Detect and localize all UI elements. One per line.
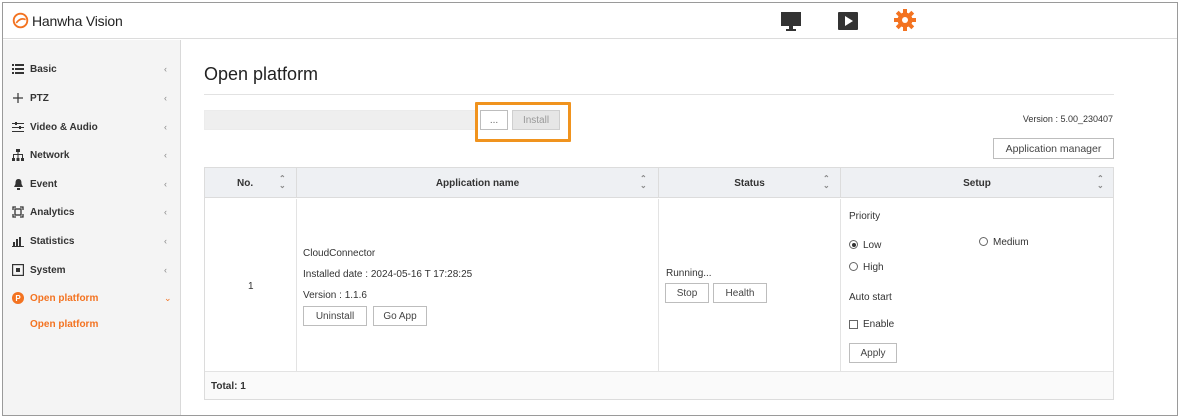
sidebar-item-ptz[interactable]: PTZ ‹ [3,87,181,109]
header-status[interactable]: Status ⌃ ⌄ [659,168,841,198]
sort-icon[interactable]: ⌃ ⌄ [1097,175,1104,190]
sidebar-item-label: Analytics [30,206,75,218]
page-title: Open platform [204,64,319,84]
bell-icon [11,177,25,191]
app-version: Version : 1.1.6 [303,290,367,301]
status-text: Running... [666,268,712,279]
sort-icon[interactable]: ⌃ ⌄ [640,175,647,190]
open-platform-icon: P [11,291,25,305]
chevron-left-icon: ‹ [164,122,167,132]
move-arrows-icon [11,91,25,105]
sidebar-item-label: Event [30,178,58,190]
sort-icon[interactable]: ⌃ ⌄ [279,175,286,190]
sidebar-item-label: System [30,264,66,276]
total-count: Total: 1 [211,381,246,392]
main-content: Open platform ... Install Version : 5.00… [182,40,1177,415]
monitor-icon[interactable] [779,10,803,32]
sidebar-item-video-audio[interactable]: Video & Audio ‹ [3,116,181,138]
brand-logo: Hanwha Vision [12,12,123,29]
svg-text:P: P [15,294,21,303]
sidebar-item-label: Basic [30,63,57,75]
auto-start-label: Auto start [849,292,892,303]
highlight-box [475,102,571,142]
header-application-name[interactable]: Application name ⌃ ⌄ [297,168,659,198]
app-name: CloudConnector [303,248,376,259]
gear-icon[interactable] [893,9,917,31]
sidebar-item-label: Statistics [30,235,75,247]
installed-date: Installed date : 2024-05-16 T 17:28:25 [303,269,473,280]
list-icon [11,62,25,76]
chevron-left-icon: ‹ [164,150,167,160]
table-footer: Total: 1 [205,371,1113,399]
sidebar-item-system[interactable]: System ‹ [3,259,181,281]
hanwha-logo-icon [12,12,29,29]
priority-high-radio[interactable] [849,262,858,271]
enable-label[interactable]: Enable [863,319,894,330]
header-setup[interactable]: Setup ⌃ ⌄ [841,168,1113,198]
apply-button[interactable]: Apply [849,343,897,363]
priority-high-label[interactable]: High [863,262,884,273]
sidebar-item-open-platform[interactable]: P Open platform ⌄ [3,287,181,309]
chevron-left-icon: ‹ [164,179,167,189]
top-bar: Hanwha Vision [3,3,1177,39]
priority-low-label[interactable]: Low [863,240,881,251]
stop-button[interactable]: Stop [665,283,709,303]
file-path-field[interactable] [204,110,476,130]
cell-setup: Priority Low Medium High Auto start Enab… [841,199,1113,371]
bar-chart-icon [11,234,25,248]
sidebar-item-event[interactable]: Event ‹ [3,173,181,195]
sidebar-item-statistics[interactable]: Statistics ‹ [3,230,181,252]
table-row: 1 CloudConnector Installed date : 2024-0… [205,199,1113,371]
sidebar-item-analytics[interactable]: Analytics ‹ [3,201,181,223]
network-icon [11,148,25,162]
system-icon [11,263,25,277]
version-label: Version : 5.00_230407 [1022,114,1113,124]
chevron-left-icon: ‹ [164,93,167,103]
title-divider [204,94,1114,95]
applications-table: No. ⌃ ⌄ Application name ⌃ ⌄ Status ⌃ ⌄ Set… [204,167,1114,400]
sidebar-item-label: Open platform [30,292,99,304]
enable-checkbox[interactable] [849,320,858,329]
sidebar-subitem-open-platform[interactable]: Open platform [30,319,98,330]
uninstall-button[interactable]: Uninstall [303,306,367,326]
header-no[interactable]: No. ⌃ ⌄ [205,168,297,198]
chevron-left-icon: ‹ [164,64,167,74]
sidebar-item-label: Network [30,149,70,161]
cell-application: CloudConnector Installed date : 2024-05-… [297,199,659,371]
priority-medium-radio[interactable] [979,237,988,246]
frame-icon [11,205,25,219]
cell-status: Running... Stop Health [659,199,841,371]
cell-no: 1 [205,199,297,371]
go-app-button[interactable]: Go App [373,306,427,326]
sidebar-item-network[interactable]: Network ‹ [3,144,181,166]
priority-low-radio[interactable] [849,240,858,249]
application-manager-button[interactable]: Application manager [993,138,1114,159]
table-header: No. ⌃ ⌄ Application name ⌃ ⌄ Status ⌃ ⌄ Set… [205,168,1113,198]
sidebar: Basic ‹ PTZ ‹ Video & Audio ‹ Network ‹ [3,40,181,415]
brand-name: Hanwha Vision [32,12,123,29]
chevron-left-icon: ‹ [164,207,167,217]
sliders-icon [11,120,25,134]
play-icon[interactable] [836,10,860,32]
sort-icon[interactable]: ⌃ ⌄ [823,175,830,190]
sidebar-item-label: Video & Audio [30,121,98,133]
chevron-left-icon: ‹ [164,265,167,275]
sidebar-item-label: PTZ [30,92,49,104]
app-window: Hanwha Vision Basic ‹ PTZ ‹ Video & Audi… [2,2,1178,416]
priority-label: Priority [849,211,881,222]
priority-medium-label[interactable]: Medium [993,237,1029,248]
health-button[interactable]: Health [713,283,767,303]
chevron-left-icon: ‹ [164,236,167,246]
sidebar-item-basic[interactable]: Basic ‹ [3,58,181,80]
chevron-down-icon: ⌄ [164,292,172,303]
